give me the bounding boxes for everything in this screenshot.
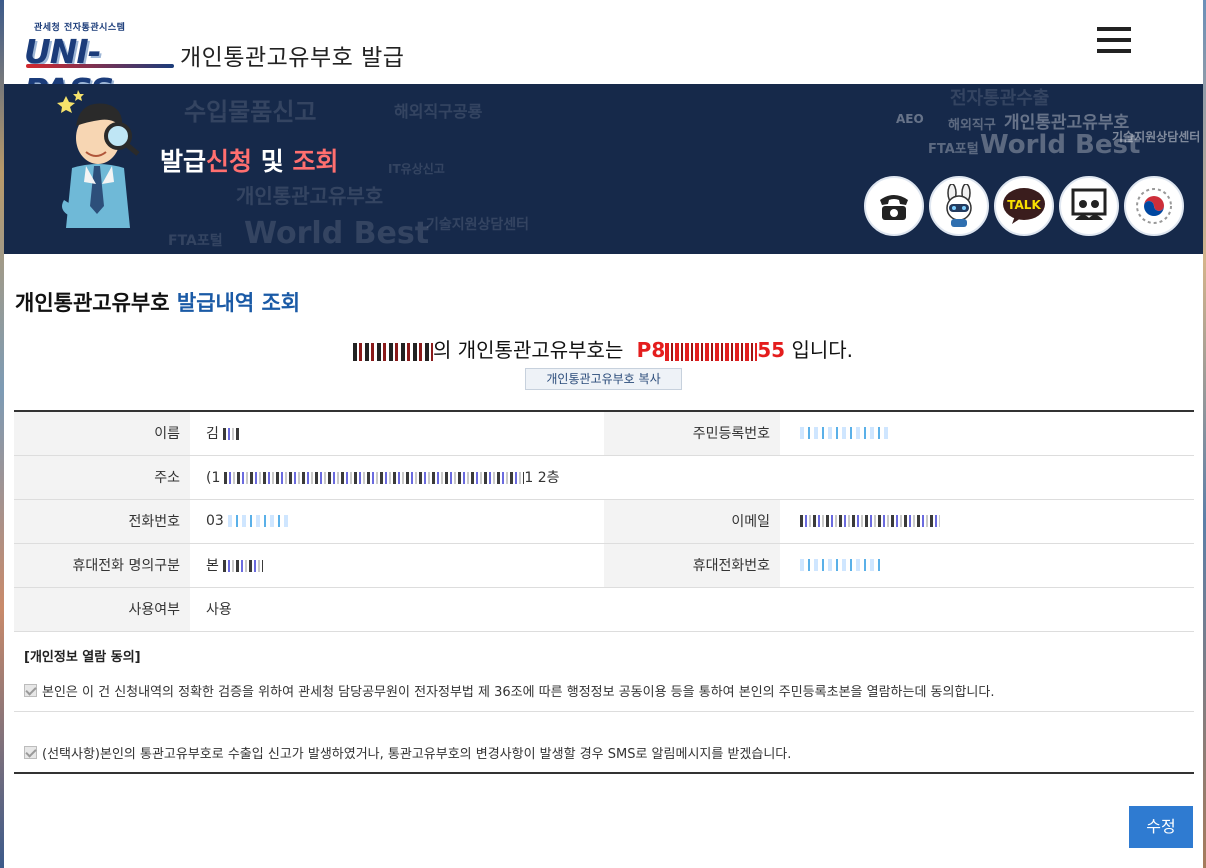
address-prefix: (1 — [206, 470, 221, 486]
banner-title-highlight: 신청 — [206, 147, 253, 176]
banner-bg-word: 기술지원상담센터 — [426, 217, 530, 233]
mobile-owner-text: 본 — [206, 558, 219, 574]
banner-bg-word: FTA포털 — [928, 142, 979, 157]
banner-title-part: 발급 — [160, 147, 207, 176]
government-emblem-icon[interactable] — [1124, 176, 1184, 236]
redacted-mask — [227, 515, 288, 527]
mascot-detective-icon — [57, 90, 140, 228]
phone-text: 03 — [206, 513, 224, 529]
email-value — [780, 499, 1194, 543]
banner-bg-word: 수입물품신고 — [184, 98, 317, 126]
banner-bg-word: 해외직구공룡 — [394, 102, 483, 121]
bottom-divider — [14, 772, 1194, 774]
address-suffix: 1 2층 — [524, 470, 560, 486]
name-label: 이름 — [14, 411, 190, 455]
header: 관세청 전자통관시스템 UNI-PASS 개인통관고유부호 발급 — [4, 0, 1203, 110]
banner-bg-word: FTA포털 — [168, 233, 223, 249]
redacted-mask — [222, 560, 263, 572]
consent-title: [개인정보 열람 동의] — [24, 650, 141, 665]
hero-banner: 수입물품신고 해외직구공룡 전자통관수출 개인통관고유부호 World Best… — [4, 84, 1203, 254]
resident-number-label: 주민등록번호 — [604, 411, 780, 455]
phone-label: 전화번호 — [14, 499, 190, 543]
redacted-code — [665, 342, 758, 361]
redacted-mask — [800, 559, 880, 571]
consent-checkbox-2[interactable] — [24, 746, 37, 759]
consent-item-2: (선택사항)본인의 통관고유부호로 수출입 신고가 발생하였거나, 통관고유부호… — [24, 743, 791, 762]
mobile-number-label: 휴대전화번호 — [604, 543, 780, 587]
banner-bg-word: 기술지원상담센터 — [1112, 130, 1201, 144]
name-value: 김 — [190, 411, 604, 455]
consent-checkbox-1[interactable] — [24, 684, 37, 697]
banner-bg-word: 전자통관수출 — [950, 88, 1050, 109]
table-row: 주소 (1 1 2층 — [14, 455, 1194, 499]
redacted-name — [352, 342, 433, 361]
banner-title: 발급신청 및 조회 — [160, 142, 338, 178]
redacted-mask — [800, 427, 890, 440]
address-label: 주소 — [14, 455, 190, 499]
table-row: 전화번호 03 이메일 — [14, 499, 1194, 543]
table-row: 이름 김 주민등록번호 — [14, 411, 1194, 455]
customs-code-result: 의 개인통관고유부호는 P8 55 입니다. — [0, 334, 1206, 363]
kakao-talk-icon[interactable]: TALK — [994, 176, 1054, 236]
table-row: 사용여부 사용 — [14, 587, 1194, 631]
banner-bg-word: IT유상신고 — [388, 162, 445, 176]
consent-divider — [14, 711, 1194, 712]
consent-text-1: 본인은 이 건 신청내역의 정확한 검증을 위하여 관세청 담당공무원이 전자정… — [42, 685, 995, 700]
name-text: 김 — [206, 426, 219, 443]
mascot-chat-icon[interactable] — [929, 176, 989, 236]
phone-value: 03 — [190, 499, 604, 543]
banner-bg-word: AEO — [896, 112, 924, 126]
mobile-number-value — [780, 543, 1194, 587]
quick-service-icons: TALK — [864, 176, 1184, 236]
mobile-owner-value: 본 — [190, 543, 604, 587]
customs-code-prefix: P8 — [636, 338, 666, 362]
redacted-mask — [224, 472, 525, 484]
banner-title-part: 및 — [252, 147, 293, 176]
usage-status-value: 사용 — [190, 587, 1194, 631]
page: 관세청 전자통관시스템 UNI-PASS 개인통관고유부호 발급 수입물품신고 … — [0, 0, 1206, 868]
consent-item-1: 본인은 이 건 신청내역의 정확한 검증을 위하여 관세청 담당공무원이 전자정… — [24, 681, 994, 700]
customs-code-suffix: 55 — [757, 338, 786, 362]
page-title: 개인통관고유부호 발급내역 조회 — [15, 287, 300, 317]
logo-swoosh — [26, 64, 174, 68]
applicant-info-table: 이름 김 주민등록번호 주소 (1 1 2층 전화번호 03 이메일 휴대전화 명… — [14, 410, 1194, 632]
page-title-main: 개인통관고유부호 — [15, 291, 170, 315]
resident-number-value — [780, 411, 1194, 455]
customs-code-value: P8 55 — [630, 338, 785, 362]
kakao-talk-label: TALK — [1007, 198, 1041, 212]
address-value: (1 1 2층 — [190, 455, 1194, 499]
redacted-mask — [222, 428, 241, 441]
table-row: 휴대전화 명의구분 본 휴대전화번호 — [14, 543, 1194, 587]
site-title: 개인통관고유부호 발급 — [180, 45, 405, 71]
telephone-icon[interactable] — [864, 176, 924, 236]
hamburger-menu-icon[interactable] — [1097, 27, 1131, 57]
redacted-mask — [800, 515, 940, 527]
banner-bg-word: World Best — [244, 216, 430, 251]
banner-bg-word: 개인통관고유부호 — [236, 184, 384, 208]
usage-status-label: 사용여부 — [14, 587, 190, 631]
remote-support-icon[interactable] — [1059, 176, 1119, 236]
banner-title-highlight: 조회 — [292, 147, 339, 176]
result-ending: 입니다. — [791, 338, 854, 362]
banner-bg-word: 해외직구 — [948, 118, 996, 133]
unipass-logo[interactable]: 관세청 전자통관시스템 UNI-PASS — [24, 18, 174, 110]
consent-text-2: (선택사항)본인의 통관고유부호로 수출입 신고가 발생하였거나, 통관고유부호… — [42, 747, 792, 762]
mobile-owner-label: 휴대전화 명의구분 — [14, 543, 190, 587]
copy-customs-code-button[interactable]: 개인통관고유부호 복사 — [525, 368, 682, 390]
email-label: 이메일 — [604, 499, 780, 543]
page-title-highlight: 발급내역 조회 — [169, 291, 301, 315]
edit-button[interactable]: 수정 — [1129, 806, 1193, 848]
result-text: 의 개인통관고유부호는 — [432, 338, 624, 362]
